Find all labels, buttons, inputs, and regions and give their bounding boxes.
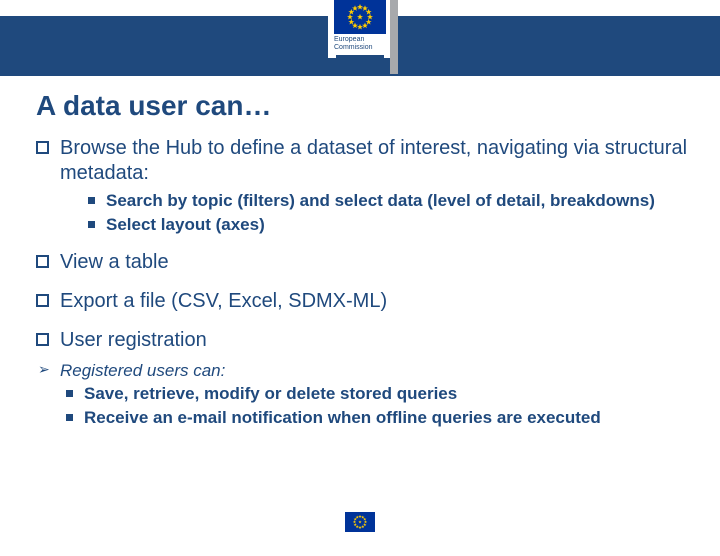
logo-caption-line1: European	[334, 36, 364, 43]
sub-search-topic: Search by topic (filters) and select dat…	[88, 190, 690, 212]
main-list: Browse the Hub to define a dataset of in…	[36, 136, 690, 353]
registered-users-list: Save, retrieve, modify or delete stored …	[66, 383, 690, 429]
header-bar: European Commission	[0, 16, 720, 76]
slide-title: A data user can…	[36, 90, 690, 122]
bullet-browse: Browse the Hub to define a dataset of in…	[36, 136, 690, 236]
slide-content: A data user can… Browse the Hub to defin…	[0, 76, 720, 429]
bullet-browse-text: Browse the Hub to define a dataset of in…	[60, 137, 687, 184]
logo-underline	[336, 55, 384, 58]
logo-caption: European Commission	[334, 36, 386, 51]
reg-save-queries: Save, retrieve, modify or delete stored …	[66, 383, 690, 405]
ec-logo: European Commission	[328, 0, 392, 58]
reg-email-notif: Receive an e-mail notification when offl…	[66, 407, 690, 429]
logo-caption-line2: Commission	[334, 44, 373, 51]
bullet-view-table: View a table	[36, 250, 690, 275]
sub-select-layout: Select layout (axes)	[88, 214, 690, 236]
eu-flag-icon	[334, 0, 386, 34]
bullet-user-registration: User registration	[36, 328, 690, 353]
ec-building-icon	[390, 0, 398, 74]
bullet-export-file: Export a file (CSV, Excel, SDMX-ML)	[36, 289, 690, 314]
browse-sublist: Search by topic (filters) and select dat…	[88, 190, 690, 236]
registered-users-intro: Registered users can:	[38, 361, 690, 381]
footer-eu-flag-icon	[345, 512, 375, 532]
